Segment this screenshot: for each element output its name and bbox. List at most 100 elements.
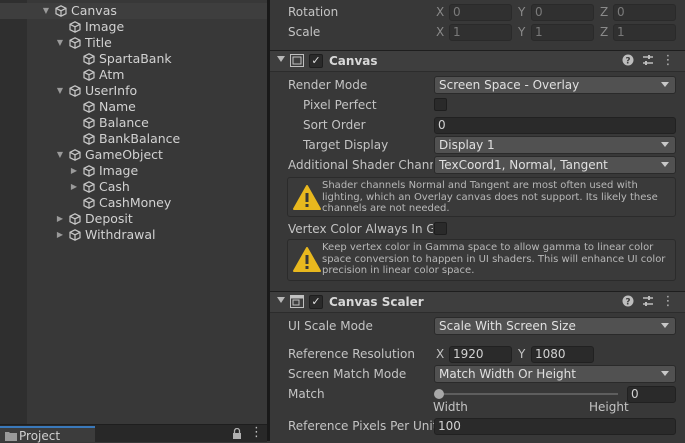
help-icon[interactable]: ? [621, 54, 635, 68]
sort-order-field[interactable]: 0 [434, 117, 676, 134]
screen-match-mode-dropdown[interactable]: Match Width Or Height [434, 365, 676, 383]
gameobject-cube-icon [83, 133, 95, 145]
shader-channels-warning-text: Shader channels Normal and Tangent are m… [322, 180, 658, 214]
ui-scale-mode-dropdown[interactable]: Scale With Screen Size [434, 317, 676, 335]
canvas-scaler-component-icon [290, 295, 304, 308]
match-height-label: Height [589, 400, 629, 414]
hierarchy-item[interactable]: ▶ Deposit [0, 211, 267, 227]
foldout-expanded-icon[interactable]: ▼ [55, 35, 65, 51]
hierarchy-panel: ▼ Canvas Image ▼ Title SpartaBank Atm ▼ UserInfo… [0, 0, 267, 441]
hierarchy-item[interactable]: Image [0, 19, 267, 35]
rotation-z-axis: Z [600, 5, 609, 19]
scale-y-axis: Y [518, 25, 526, 39]
component-menu-icon[interactable]: ⋮ [661, 295, 675, 309]
hierarchy-item-label: Withdrawal [85, 227, 156, 242]
hierarchy-item-label: BankBalance [99, 131, 181, 146]
vertex-color-checkbox[interactable] [434, 222, 447, 235]
hierarchy-item[interactable]: BankBalance [0, 131, 267, 147]
vertex-color-warning: Keep vertex color in Gamma space to allo… [287, 239, 676, 281]
help-icon[interactable]: ? [621, 295, 635, 309]
preset-icon[interactable] [641, 295, 655, 309]
foldout-expanded-icon[interactable]: ▼ [41, 3, 51, 19]
gameobject-cube-icon [83, 53, 95, 65]
scale-y-field[interactable]: 1 [531, 24, 594, 41]
target-display-dropdown[interactable]: Display 1 [434, 136, 676, 154]
foldout-arrow-icon[interactable] [277, 297, 285, 303]
render-mode-label: Render Mode [288, 78, 368, 92]
rotation-y-axis: Y [518, 5, 526, 19]
hierarchy-item[interactable]: ▼ Canvas [0, 3, 267, 19]
pixel-perfect-label: Pixel Perfect [303, 98, 377, 112]
rotation-y-field[interactable]: 0 [531, 4, 594, 21]
foldout-arrow-icon[interactable] [277, 56, 285, 62]
hierarchy-item-label: SpartaBank [99, 51, 172, 66]
canvas-component-header[interactable]: ✓ Canvas ? ⋮ [270, 50, 685, 72]
gameobject-cube-icon [83, 69, 95, 81]
shader-channels-dropdown[interactable]: TexCoord1, Normal, Tangent [434, 156, 676, 174]
render-mode-dropdown[interactable]: Screen Space - Overlay [434, 76, 676, 94]
gameobject-cube-icon [83, 165, 95, 177]
canvas-scaler-component-header[interactable]: ✓ Canvas Scaler ? ⋮ [270, 291, 685, 313]
match-width-label: Width [433, 400, 468, 414]
hierarchy-item-label: UserInfo [85, 83, 138, 98]
foldout-collapsed-icon[interactable]: ▶ [55, 211, 65, 227]
hierarchy-item[interactable]: ▼ Title [0, 35, 267, 51]
foldout-collapsed-icon[interactable]: ▶ [69, 179, 79, 195]
reference-resolution-x-field[interactable]: 1920 [449, 346, 512, 363]
hierarchy-item[interactable]: ▶ Image [0, 163, 267, 179]
warning-icon [293, 247, 321, 272]
gameobject-cube-icon [69, 85, 81, 97]
foldout-expanded-icon[interactable]: ▼ [55, 83, 65, 99]
scale-z-field[interactable]: 1 [613, 24, 676, 41]
hierarchy-item[interactable]: ▶ Cash [0, 179, 267, 195]
folder-icon [5, 432, 17, 441]
hierarchy-item-label: Balance [99, 115, 149, 130]
hierarchy-item-label: Deposit [85, 211, 133, 226]
inspector-panel: Rotation X 0 Y 0 Z 0 Scale X 1 Y 1 Z 1 ✓… [270, 0, 685, 441]
preset-icon[interactable] [641, 54, 655, 68]
match-value-field[interactable]: 0 [627, 386, 676, 403]
gameobject-cube-icon [83, 117, 95, 129]
hierarchy-item[interactable]: ▼ GameObject [0, 147, 267, 163]
gameobject-cube-icon [83, 197, 95, 209]
gameobject-cube-icon [69, 213, 81, 225]
shader-channels-warning: Shader channels Normal and Tangent are m… [287, 177, 676, 217]
scale-x-field[interactable]: 1 [449, 24, 512, 41]
scale-z-axis: Z [600, 25, 609, 39]
hierarchy-item[interactable]: ▶ Withdrawal [0, 227, 267, 243]
foldout-collapsed-icon[interactable]: ▶ [69, 163, 79, 179]
ui-scale-mode-label: UI Scale Mode [288, 319, 373, 333]
target-display-value: Display 1 [439, 138, 495, 152]
svg-text:?: ? [625, 57, 630, 67]
rotation-z-field[interactable]: 0 [613, 4, 676, 21]
canvas-scaler-enabled-checkbox[interactable]: ✓ [309, 295, 323, 309]
rotation-x-field[interactable]: 0 [449, 4, 512, 21]
hierarchy-item[interactable]: Name [0, 99, 267, 115]
pixel-perfect-checkbox[interactable] [434, 98, 447, 111]
gameobject-cube-icon [55, 5, 67, 17]
reference-resolution-y-axis: Y [518, 347, 526, 361]
lock-icon[interactable] [232, 428, 242, 439]
reference-resolution-x-axis: X [436, 347, 445, 361]
project-tab[interactable]: Project [0, 426, 95, 443]
match-slider-track[interactable] [438, 393, 618, 395]
reference-resolution-y-field[interactable]: 1080 [531, 346, 594, 363]
hierarchy-item[interactable]: ▼ UserInfo [0, 83, 267, 99]
more-options-icon[interactable]: ⋮ [250, 425, 263, 440]
chevron-down-icon [661, 142, 669, 147]
hierarchy-item[interactable]: Atm [0, 67, 267, 83]
hierarchy-item[interactable]: Balance [0, 115, 267, 131]
match-slider-thumb[interactable] [434, 389, 444, 399]
shader-channels-label: Additional Shader Channe [288, 158, 433, 172]
screen-match-mode-label: Screen Match Mode [288, 367, 407, 381]
foldout-expanded-icon[interactable]: ▼ [55, 147, 65, 163]
canvas-enabled-checkbox[interactable]: ✓ [309, 54, 323, 68]
ref-pixels-per-unit-field[interactable]: 100 [434, 418, 676, 435]
hierarchy-item[interactable]: SpartaBank [0, 51, 267, 67]
hierarchy-item[interactable]: CashMoney [0, 195, 267, 211]
component-menu-icon[interactable]: ⋮ [661, 54, 675, 68]
hierarchy-item-label: Title [85, 35, 112, 50]
hierarchy-item-label: Image [99, 163, 139, 178]
foldout-collapsed-icon[interactable]: ▶ [55, 227, 65, 243]
warning-icon [293, 185, 321, 210]
